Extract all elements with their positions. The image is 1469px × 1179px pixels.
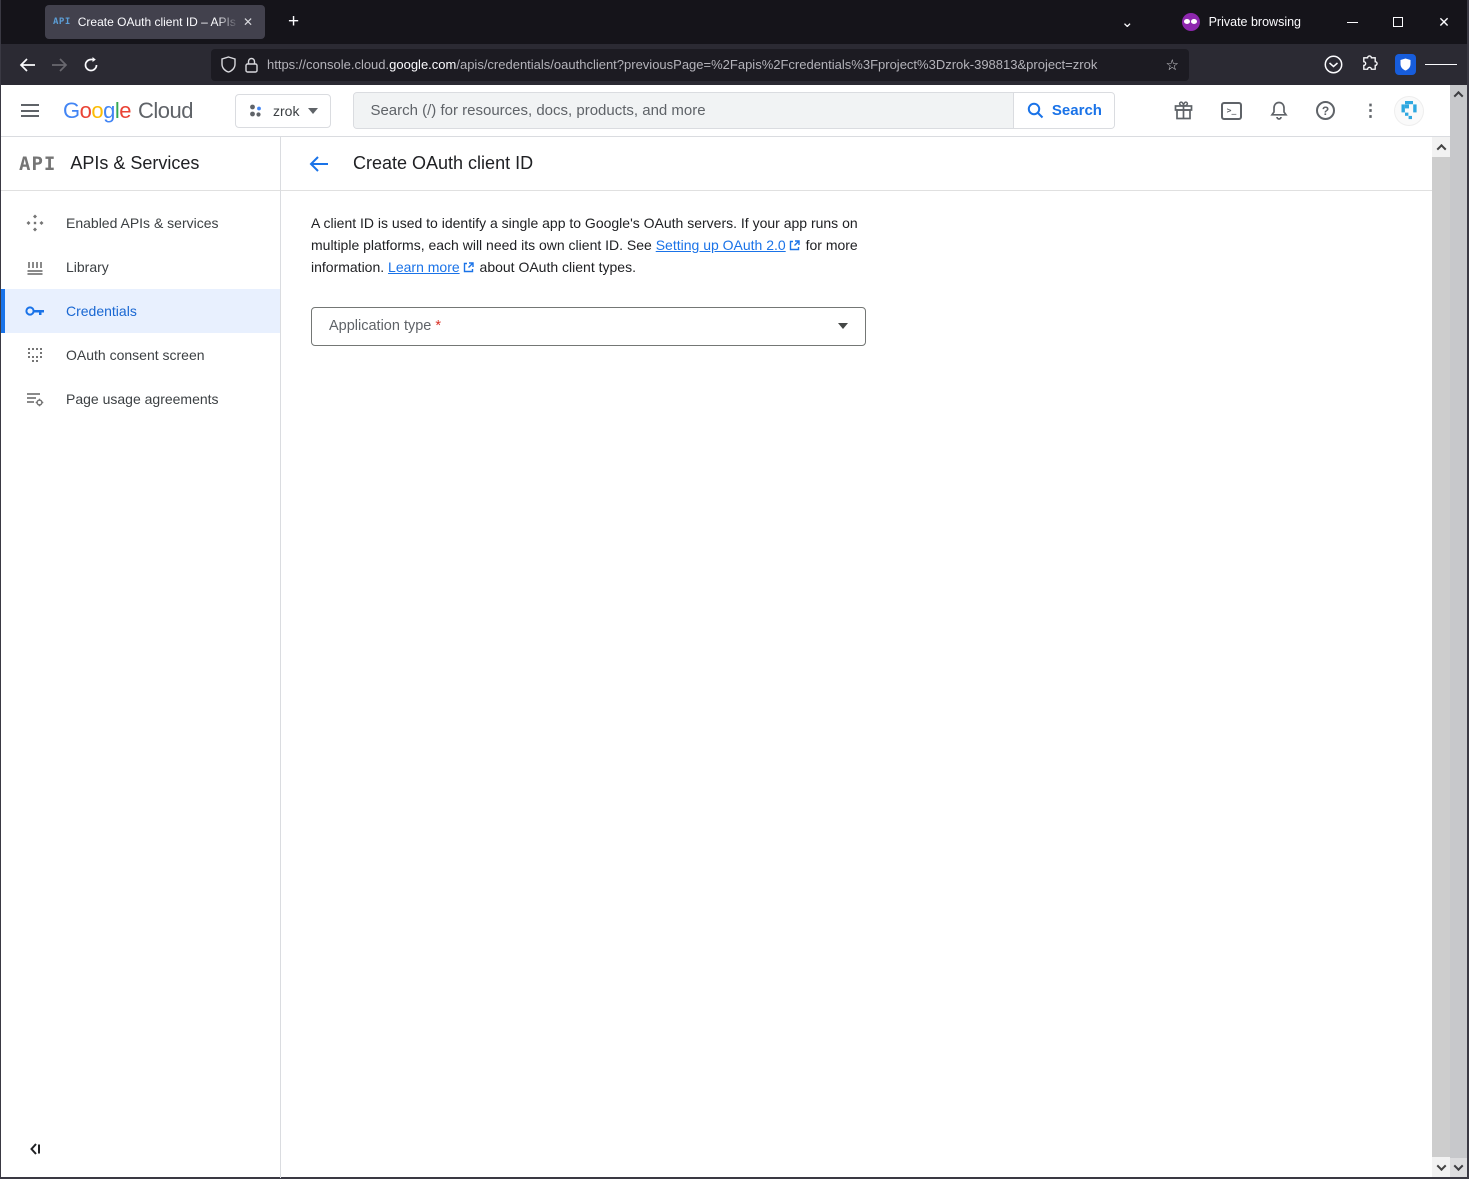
private-mask-icon xyxy=(1182,13,1200,31)
sidebar-item-enabled-apis[interactable]: Enabled APIs & services xyxy=(1,201,280,245)
connection-lock-icon[interactable] xyxy=(245,57,258,73)
notifications-bell-icon[interactable] xyxy=(1269,100,1289,121)
console-scroll-up-icon[interactable] xyxy=(1432,137,1450,157)
console-scroll-down-icon[interactable] xyxy=(1432,1157,1450,1177)
page-title: Create OAuth client ID xyxy=(353,153,533,174)
free-trial-gift-icon[interactable] xyxy=(1173,100,1194,121)
sidebar-item-credentials[interactable]: Credentials xyxy=(1,289,280,333)
account-avatar[interactable] xyxy=(1395,97,1423,125)
external-link-icon xyxy=(789,236,800,258)
project-caret-down-icon xyxy=(308,108,318,114)
bitwarden-shield-icon[interactable] xyxy=(1389,50,1421,80)
dashboard-icon xyxy=(25,213,45,233)
google-cloud-header: Google Cloud zrok Search xyxy=(1,85,1467,137)
agreements-list-gear-icon xyxy=(25,389,45,409)
browser-scroll-up-icon[interactable] xyxy=(1450,85,1467,104)
learn-more-link[interactable]: Learn more xyxy=(388,259,460,275)
tab-title: Create OAuth client ID – APIs & xyxy=(78,15,239,29)
main-content: Create OAuth client ID A client ID is us… xyxy=(281,137,1467,1178)
bookmark-star-icon[interactable]: ☆ xyxy=(1166,56,1179,74)
search-input[interactable] xyxy=(354,93,1013,128)
window-close-button[interactable]: ✕ xyxy=(1421,0,1467,44)
search-icon xyxy=(1027,102,1044,119)
back-arrow-button[interactable] xyxy=(299,144,339,184)
sidebar-header: API APIs & Services xyxy=(1,137,280,191)
console-nav-menu-icon[interactable] xyxy=(17,97,43,125)
new-tab-button[interactable]: + xyxy=(279,9,308,35)
extensions-puzzle-icon[interactable] xyxy=(1353,50,1385,80)
browser-window: API Create OAuth client ID – APIs & ✕ + … xyxy=(0,0,1469,1179)
minimize-button[interactable] xyxy=(1329,0,1375,44)
help-icon[interactable]: ? xyxy=(1316,101,1335,120)
more-options-kebab-icon[interactable]: ⋮ xyxy=(1362,108,1368,114)
browser-scroll-down-icon[interactable] xyxy=(1450,1158,1467,1177)
tracking-protection-shield-icon[interactable] xyxy=(221,56,236,73)
required-asterisk: * xyxy=(435,318,441,334)
project-picker[interactable]: zrok xyxy=(235,94,331,128)
external-link-icon xyxy=(463,258,474,280)
url-bar[interactable]: https://console.cloud.google.com/apis/cr… xyxy=(211,49,1189,81)
url-text[interactable]: https://console.cloud.google.com/apis/cr… xyxy=(267,57,1157,72)
api-product-logo: API xyxy=(19,153,56,175)
sidebar-product-title: APIs & Services xyxy=(70,153,199,174)
tab-bar: API Create OAuth client ID – APIs & ✕ + … xyxy=(1,0,1467,44)
sidebar-item-page-usage-agreements[interactable]: Page usage agreements xyxy=(1,377,280,421)
private-browsing-badge: Private browsing xyxy=(1182,13,1301,31)
project-dots-icon xyxy=(248,103,264,119)
maximize-button[interactable] xyxy=(1375,0,1421,44)
tab-favicon-api-icon: API xyxy=(53,17,71,27)
avatar-pixel-glyph-icon xyxy=(1400,101,1418,121)
google-cloud-logo[interactable]: Google Cloud xyxy=(63,98,193,124)
console-search-bar: Search xyxy=(353,92,1115,129)
intro-paragraph: A client ID is used to identify a single… xyxy=(311,213,864,280)
select-caret-down-icon xyxy=(838,323,848,329)
browser-scrollbar[interactable] xyxy=(1450,85,1467,1177)
project-name: zrok xyxy=(273,103,299,119)
library-icon xyxy=(25,257,45,277)
sidebar-item-oauth-consent-screen[interactable]: OAuth consent screen xyxy=(1,333,280,377)
tab-close-icon[interactable]: ✕ xyxy=(239,13,257,31)
pocket-icon[interactable] xyxy=(1317,50,1349,80)
apis-services-sidebar: API APIs & Services Enabled APIs & servi… xyxy=(1,137,281,1178)
navigation-toolbar: https://console.cloud.google.com/apis/cr… xyxy=(1,44,1467,85)
app-menu-hamburger-icon[interactable] xyxy=(1425,50,1457,80)
browser-tab[interactable]: API Create OAuth client ID – APIs & ✕ xyxy=(45,5,265,39)
setting-up-oauth-link[interactable]: Setting up OAuth 2.0 xyxy=(656,237,786,253)
page-header: Create OAuth client ID xyxy=(281,137,1467,191)
cloud-shell-icon[interactable]: >_ xyxy=(1221,102,1242,120)
sidebar-item-library[interactable]: Library xyxy=(1,245,280,289)
private-browsing-label: Private browsing xyxy=(1209,15,1301,29)
collapse-sidebar-icon[interactable] xyxy=(27,1141,43,1162)
console-scrollbar[interactable] xyxy=(1432,137,1450,1177)
back-button[interactable] xyxy=(11,50,43,80)
key-icon xyxy=(25,301,45,321)
list-all-tabs-chevron-icon[interactable]: ⌄ xyxy=(1121,13,1134,31)
search-button[interactable]: Search xyxy=(1013,93,1114,128)
application-type-select[interactable]: Application type * xyxy=(311,307,866,346)
reload-button[interactable] xyxy=(75,50,107,80)
consent-screen-icon xyxy=(25,345,45,365)
forward-button[interactable] xyxy=(43,50,75,80)
